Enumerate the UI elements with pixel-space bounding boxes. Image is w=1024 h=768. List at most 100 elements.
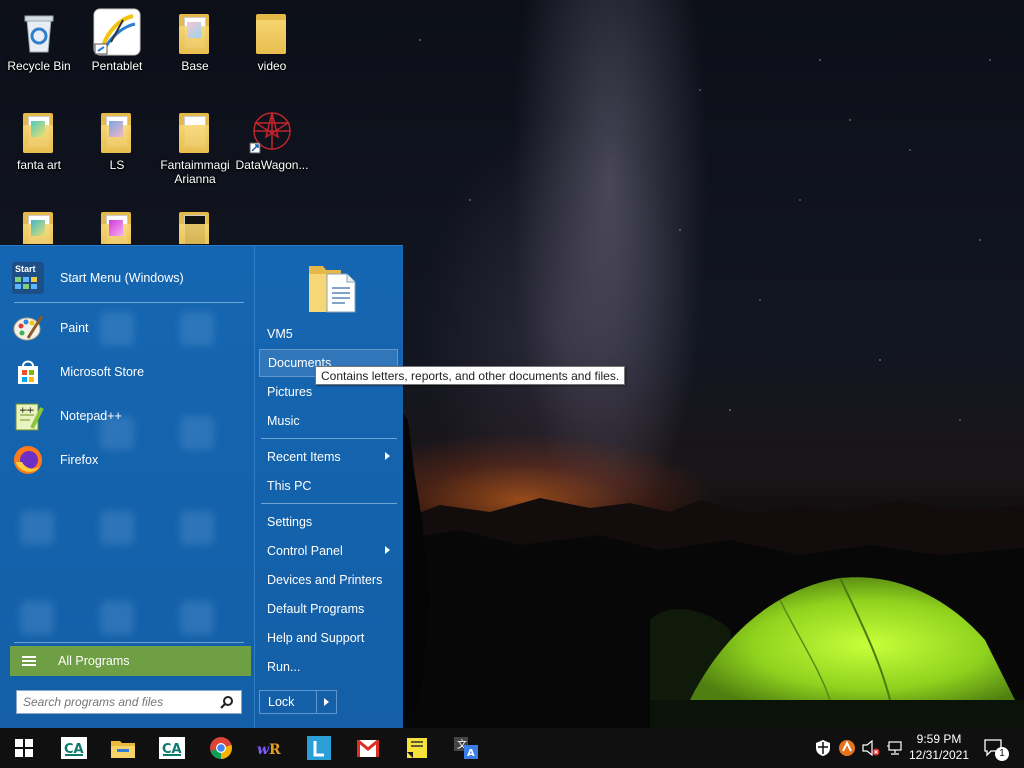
all-programs-label: All Programs [58, 654, 130, 668]
desktop-icon-hidden-3[interactable] [156, 206, 234, 244]
search-box [16, 690, 242, 714]
blur-tile [100, 601, 134, 635]
divider [261, 503, 397, 504]
desktop-icon-fantaimmagi-arianna[interactable]: Fantaimmagi Arianna [156, 107, 234, 186]
credit-agricole-icon[interactable]: CA [156, 732, 188, 764]
start-menu-item-paint[interactable]: Paint [12, 308, 244, 348]
right-item-user[interactable]: VM5 [259, 320, 398, 348]
divider [261, 438, 397, 439]
desktop-icon-label: Fantaimmagi Arianna [160, 158, 230, 186]
right-item-devices-printers[interactable]: Devices and Printers [259, 566, 398, 594]
start-menu-icon-label: Start [15, 264, 36, 274]
right-item-label: Run... [267, 660, 301, 674]
start-menu-item-label: Paint [60, 321, 89, 335]
desktop-icon-fanta-art[interactable]: fanta art [0, 107, 78, 172]
divider [14, 302, 244, 303]
desktop-icon-ls[interactable]: LS [78, 107, 156, 172]
all-programs-button[interactable]: All Programs [10, 646, 251, 676]
folder-icon [171, 206, 219, 244]
volume-muted-icon[interactable] [860, 728, 882, 768]
folder-icon [15, 107, 63, 155]
svg-text:A: A [467, 748, 475, 759]
lock-button-label[interactable]: Lock [260, 691, 317, 713]
desktop-icon-label: LS [109, 158, 125, 172]
start-menu-item-label: Microsoft Store [60, 365, 145, 379]
blur-tile [180, 511, 214, 545]
desktop-icon-datawagon[interactable]: DataWagon... [233, 107, 311, 172]
folder-icon [171, 107, 219, 155]
firefox-icon [12, 444, 44, 476]
right-item-label: Control Panel [267, 544, 343, 558]
system-clock[interactable]: 9:59 PM 12/31/2021 [900, 731, 978, 763]
blur-tile [20, 511, 54, 545]
right-item-this-pc[interactable]: This PC [259, 472, 398, 500]
recycle-bin-icon [15, 8, 63, 56]
right-item-label: Devices and Printers [267, 573, 383, 587]
right-item-default-programs[interactable]: Default Programs [259, 595, 398, 623]
l-app-icon[interactable] [303, 732, 335, 764]
winrar-icon[interactable]: wR [254, 732, 286, 764]
clock-date: 12/31/2021 [908, 748, 970, 762]
start-menu-item-start-menu-windows[interactable]: Start Start Menu (Windows) [12, 258, 244, 298]
desktop-icon-pentablet[interactable]: Pentablet [78, 8, 156, 73]
desktop-icon-label: video [257, 59, 287, 73]
chevron-right-icon [385, 546, 390, 554]
right-item-help-support[interactable]: Help and Support [259, 624, 398, 652]
svg-text:R: R [269, 742, 281, 758]
blur-tile [180, 601, 214, 635]
desktop-icon-label: Pentablet [91, 59, 143, 73]
credit-agricole-icon[interactable]: CA [58, 732, 90, 764]
folder-icon [15, 206, 63, 244]
chevron-right-icon [385, 452, 390, 460]
desktop-icon-hidden-2[interactable] [78, 206, 156, 244]
translate-icon[interactable]: 文A [450, 732, 482, 764]
desktop-icon-label: Base [181, 59, 209, 73]
blur-tile [20, 601, 54, 635]
folder-icon [171, 8, 219, 56]
notepadpp-icon: ++ [12, 400, 44, 432]
start-menu-item-firefox[interactable]: Firefox [12, 440, 244, 480]
notification-center-icon[interactable]: 1 [980, 728, 1010, 768]
divider [14, 642, 244, 643]
lock-options-chevron-icon[interactable] [317, 698, 336, 706]
security-shield-icon[interactable] [812, 728, 834, 768]
right-item-label: Default Programs [267, 602, 365, 616]
start-menu-right-pane: VM5 Documents Pictures Music Recent Item… [254, 246, 403, 729]
folder-icon [93, 206, 141, 244]
gmail-icon[interactable] [352, 732, 384, 764]
desktop-icon-video[interactable]: video [233, 8, 311, 73]
app-tray-icon[interactable] [836, 728, 858, 768]
windows-start-icon[interactable] [8, 732, 40, 764]
paint-icon [12, 312, 44, 344]
sticky-notes-icon[interactable] [401, 732, 433, 764]
datawagon-icon [248, 107, 296, 155]
right-item-music[interactable]: Music [259, 407, 398, 435]
right-item-recent-items[interactable]: Recent Items [259, 443, 398, 471]
user-folder-icon[interactable] [307, 256, 357, 314]
right-item-label: Settings [267, 515, 313, 529]
right-item-settings[interactable]: Settings [259, 508, 398, 536]
start-menu-icon: Start [12, 262, 44, 294]
pentablet-icon [93, 8, 141, 56]
desktop-icon-recycle-bin[interactable]: Recycle Bin [0, 8, 78, 73]
desktop-icon-label: fanta art [16, 158, 62, 172]
desktop-icon-base[interactable]: Base [156, 8, 234, 73]
start-menu-item-label: Start Menu (Windows) [60, 271, 184, 285]
start-menu-item-notepadpp[interactable]: ++ Notepad++ [12, 396, 244, 436]
file-explorer-icon[interactable] [107, 732, 139, 764]
desktop-icon-hidden-1[interactable] [0, 206, 78, 244]
search-input[interactable] [17, 692, 217, 712]
start-menu-item-microsoft-store[interactable]: Microsoft Store [12, 352, 244, 392]
search-icon[interactable] [217, 692, 237, 712]
clock-time: 9:59 PM [916, 732, 962, 746]
start-menu: Start Start Menu (Windows) Paint Microso… [0, 245, 403, 729]
store-icon [12, 356, 44, 388]
desktop-icon-label: Recycle Bin [7, 59, 71, 73]
right-item-label: Pictures [267, 385, 313, 399]
chrome-icon[interactable] [205, 732, 237, 764]
right-item-label: This PC [267, 479, 312, 493]
right-item-control-panel[interactable]: Control Panel [259, 537, 398, 565]
folder-icon [93, 107, 141, 155]
blur-tile [100, 511, 134, 545]
right-item-run[interactable]: Run... [259, 653, 398, 681]
